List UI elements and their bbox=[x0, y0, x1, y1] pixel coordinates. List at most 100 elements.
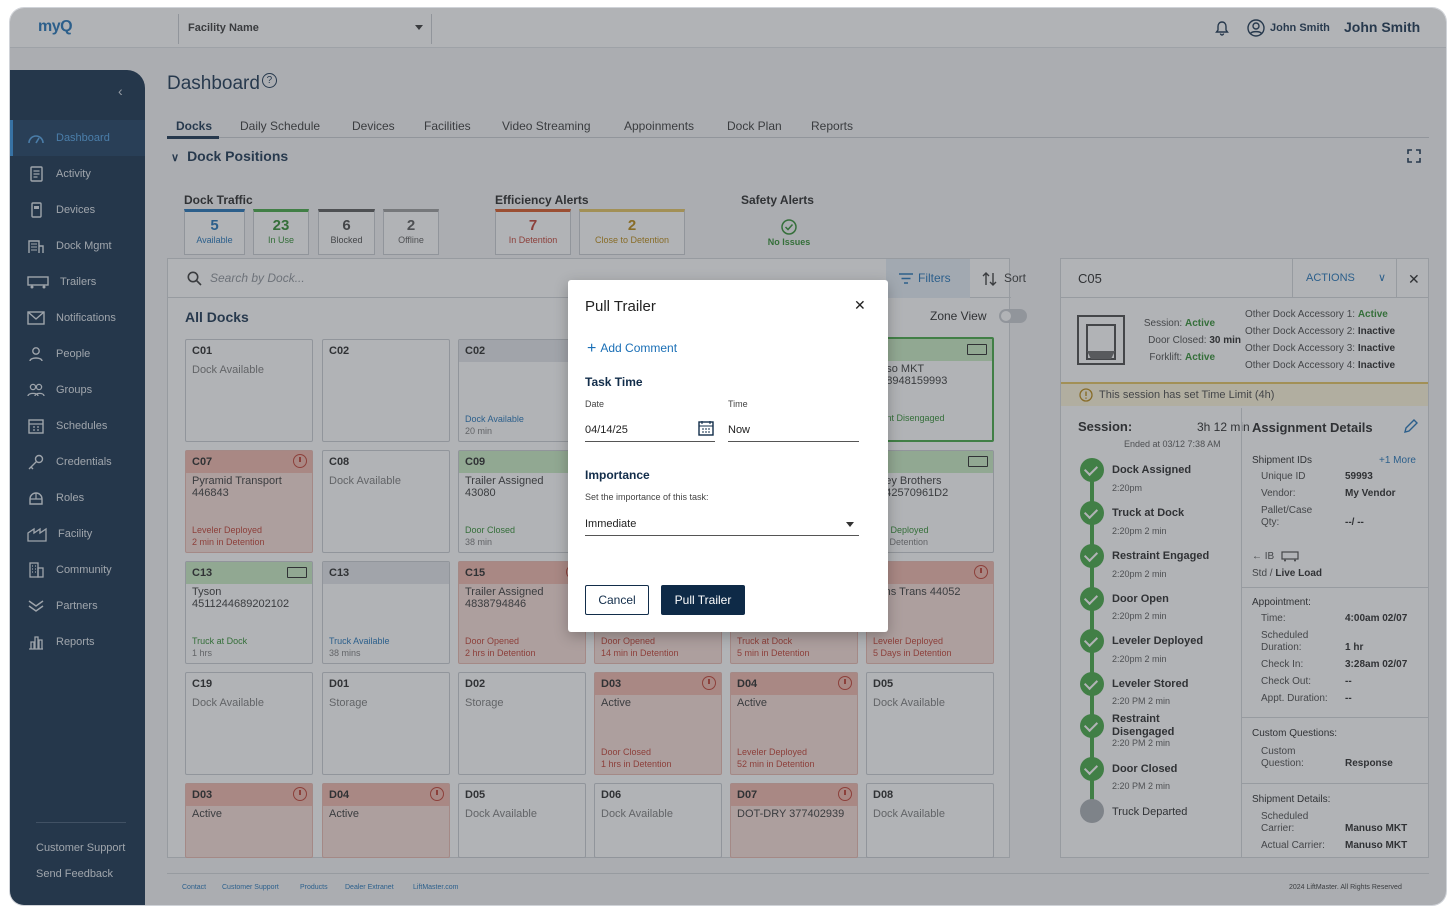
footer-link-products[interactable]: Products bbox=[300, 884, 328, 891]
footer-link-support[interactable]: Customer Support bbox=[222, 884, 279, 891]
door-value: 30 min bbox=[1209, 335, 1241, 346]
zone-view-toggle[interactable] bbox=[999, 309, 1027, 323]
tab-daily-schedule[interactable]: Daily Schedule bbox=[240, 119, 320, 133]
dock-card[interactable]: C13 Truck Available 38 mins bbox=[322, 561, 450, 664]
dock-card[interactable]: D07 DOT-DRY 377402939 bbox=[730, 783, 858, 858]
sidebar-item-credentials[interactable]: Credentials bbox=[10, 444, 145, 480]
sidebar-item-activity[interactable]: Activity bbox=[10, 156, 145, 192]
shipment-ids-label: Shipment IDs bbox=[1252, 455, 1313, 466]
tab-appointments[interactable]: Appoinments bbox=[624, 119, 694, 133]
footer-link-liftmaster[interactable]: LiftMaster.com bbox=[413, 884, 459, 891]
dock-icon bbox=[28, 240, 44, 253]
vendor-value: My Vendor bbox=[1345, 488, 1396, 499]
tile-available[interactable]: 5 Available bbox=[184, 209, 245, 255]
checkin-label: Check In: bbox=[1261, 659, 1304, 670]
facility-select[interactable]: Facility Name bbox=[178, 14, 432, 44]
sidebar-item-trailers[interactable]: Trailers bbox=[10, 264, 145, 300]
footer-link-dealer[interactable]: Dealer Extranet bbox=[345, 884, 394, 891]
importance-help: Set the importance of this task: bbox=[585, 492, 709, 502]
search-input[interactable]: Search by Dock... bbox=[210, 271, 305, 285]
sidebar-item-people[interactable]: People bbox=[10, 336, 145, 372]
fullscreen-icon[interactable] bbox=[1407, 149, 1421, 163]
dock-card[interactable]: D02 Storage bbox=[458, 672, 586, 775]
dock-card[interactable]: D03 Active bbox=[185, 783, 313, 858]
sidebar-item-dock-mgmt[interactable]: Dock Mgmt bbox=[10, 228, 145, 264]
dock-card[interactable]: C19 Dock Available bbox=[185, 672, 313, 775]
sidebar-item-label: Dashboard bbox=[56, 132, 110, 144]
person-icon bbox=[29, 347, 43, 362]
add-comment-button[interactable]: + Add Comment bbox=[587, 340, 677, 358]
sidebar-item-groups[interactable]: Groups bbox=[10, 372, 145, 408]
section-header[interactable]: ∨ Dock Positions bbox=[171, 148, 288, 164]
app-logo[interactable]: myQ bbox=[38, 18, 73, 36]
sidebar-item-label: Credentials bbox=[56, 456, 112, 468]
check-circle-icon bbox=[781, 219, 797, 235]
chevron-left-icon[interactable]: ‹ bbox=[118, 83, 123, 99]
tab-video-streaming[interactable]: Video Streaming bbox=[502, 119, 591, 133]
dock-card[interactable]: D08 Dock Available bbox=[866, 783, 994, 858]
tile-close-to-detention[interactable]: 2 Close to Detention bbox=[579, 209, 685, 255]
sidebar-item-devices[interactable]: Devices bbox=[10, 192, 145, 228]
inbound-label: IB bbox=[1264, 551, 1275, 563]
tile-offline[interactable]: 2 Offline bbox=[383, 209, 439, 255]
timer-icon bbox=[702, 676, 716, 690]
dock-card[interactable]: C02 bbox=[322, 339, 450, 442]
custom-question-label: Custom bbox=[1261, 746, 1296, 757]
dock-card[interactable]: D03 Active Door Closed 1 hrs in Detentio… bbox=[594, 672, 722, 775]
sidebar-item-notifications[interactable]: Notifications bbox=[10, 300, 145, 336]
user-avatar-icon bbox=[1247, 19, 1265, 37]
tile-blocked[interactable]: 6 Blocked bbox=[318, 209, 375, 255]
sidebar-item-dashboard[interactable]: Dashboard bbox=[10, 120, 145, 156]
dock-trailer-id: 43080 bbox=[465, 487, 496, 499]
dock-card[interactable]: C15 Trailer Assigned 4838794846 Door Ope… bbox=[458, 561, 586, 664]
send-feedback-link[interactable]: Send Feedback bbox=[36, 868, 113, 880]
dock-card[interactable]: C02 Dock Available 20 min bbox=[458, 339, 586, 442]
calendar-icon[interactable] bbox=[698, 420, 714, 436]
dock-id: C09 bbox=[459, 451, 585, 473]
edit-pencil-icon[interactable] bbox=[1403, 419, 1418, 434]
user-menu[interactable]: John Smith bbox=[1247, 19, 1330, 37]
cancel-button[interactable]: Cancel bbox=[585, 585, 649, 615]
sidebar-item-community[interactable]: Community bbox=[10, 552, 145, 588]
sidebar-item-schedules[interactable]: Schedules bbox=[10, 408, 145, 444]
tile-in-detention[interactable]: 7 In Detention bbox=[495, 209, 571, 255]
actions-label: ACTIONS bbox=[1306, 272, 1355, 284]
dock-card[interactable]: D05 Dock Available bbox=[866, 672, 994, 775]
footer-link-contact[interactable]: Contact bbox=[182, 884, 206, 891]
close-icon[interactable]: ✕ bbox=[854, 297, 866, 314]
dock-card[interactable]: C08 Dock Available bbox=[322, 450, 450, 553]
dock-card[interactable]: D04 Active bbox=[322, 783, 450, 858]
dock-card[interactable]: C13 Tyson 4511244689202102 Truck at Dock… bbox=[185, 561, 313, 664]
sidebar-item-roles[interactable]: Roles bbox=[10, 480, 145, 516]
importance-select[interactable]: Immediate bbox=[585, 512, 859, 536]
customer-support-link[interactable]: Customer Support bbox=[36, 842, 125, 854]
time-field[interactable]: Now bbox=[728, 418, 859, 442]
tab-facilities[interactable]: Facilities bbox=[424, 119, 471, 133]
more-ids-link[interactable]: +1 More bbox=[1379, 455, 1416, 466]
sidebar-item-facility[interactable]: Facility bbox=[10, 516, 145, 552]
bell-icon[interactable] bbox=[1214, 20, 1230, 36]
tab-devices[interactable]: Devices bbox=[352, 119, 395, 133]
dock-card[interactable]: D04 Active Leveler Deployed 52 min in De… bbox=[730, 672, 858, 775]
tab-docks[interactable]: Docks bbox=[176, 119, 212, 133]
close-icon[interactable]: ✕ bbox=[1408, 271, 1420, 288]
actions-dropdown[interactable]: ACTIONS ∨ bbox=[1292, 259, 1397, 298]
tile-in-use[interactable]: 23 In Use bbox=[253, 209, 309, 255]
help-icon[interactable]: ? bbox=[261, 73, 277, 88]
date-field[interactable]: 04/14/25 bbox=[585, 418, 715, 442]
filters-button[interactable]: Filters bbox=[886, 259, 970, 298]
dock-id: C13 bbox=[323, 562, 449, 584]
pull-trailer-button[interactable]: Pull Trailer bbox=[661, 585, 745, 615]
dock-card[interactable]: C01 Dock Available bbox=[185, 339, 313, 442]
dock-card[interactable]: D01 Storage bbox=[322, 672, 450, 775]
tab-dock-plan[interactable]: Dock Plan bbox=[727, 119, 782, 133]
sidebar-item-partners[interactable]: Partners bbox=[10, 588, 145, 624]
dock-card[interactable]: C07 Pyramid Transport 446843 Leveler Dep… bbox=[185, 450, 313, 553]
dock-card[interactable]: D05 Dock Available bbox=[458, 783, 586, 858]
dock-card[interactable]: D06 Dock Available bbox=[594, 783, 722, 858]
copyright: 2024 LiftMaster. All Rights Reserved bbox=[1289, 884, 1402, 891]
sidebar-item-reports[interactable]: Reports bbox=[10, 624, 145, 660]
section-title: Dock Positions bbox=[187, 148, 289, 164]
tab-reports[interactable]: Reports bbox=[811, 119, 853, 133]
dock-card[interactable]: C09 Trailer Assigned 43080 Door Closed 3… bbox=[458, 450, 586, 553]
